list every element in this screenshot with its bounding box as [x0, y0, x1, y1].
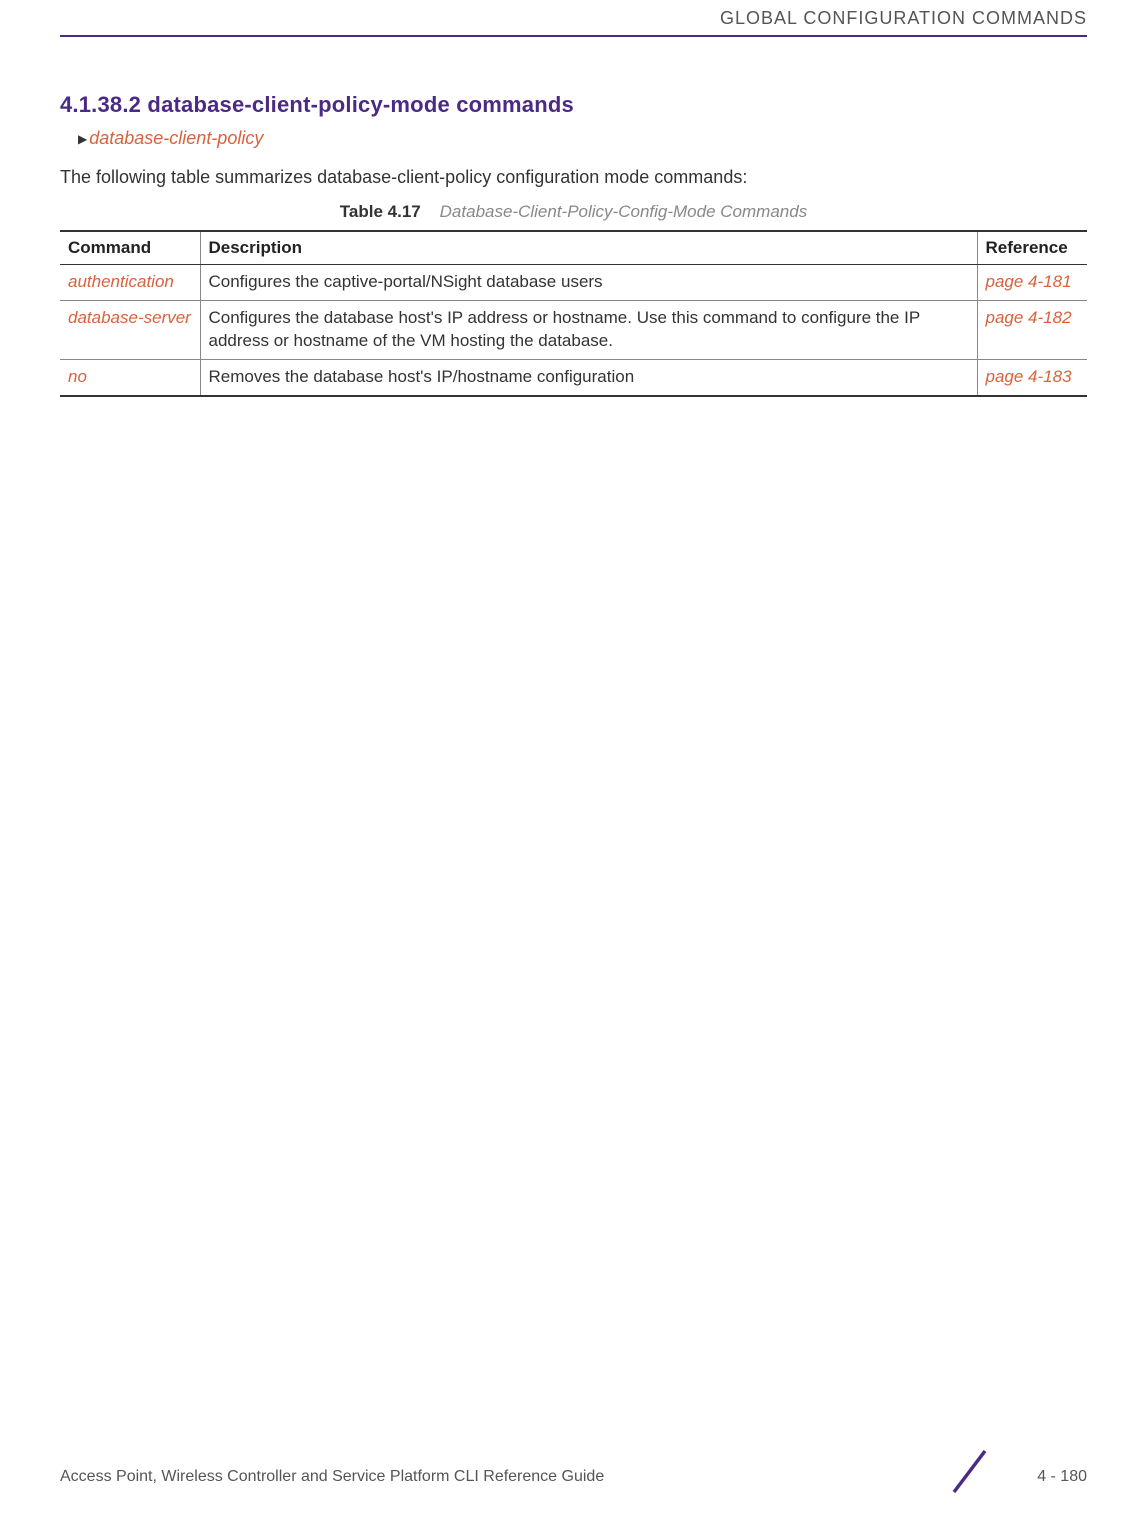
- table-label: Table 4.17: [340, 202, 421, 221]
- page-reference-link[interactable]: page 4-181: [986, 272, 1072, 291]
- footer-page-number: 4 - 180: [1037, 1468, 1087, 1486]
- table-caption: Table 4.17 Database-Client-Policy-Config…: [60, 202, 1087, 222]
- th-command: Command: [60, 231, 200, 265]
- commands-table: Command Description Reference authentica…: [60, 230, 1087, 397]
- main-content: 4.1.38.2 database-client-policy-mode com…: [60, 37, 1087, 397]
- breadcrumb-link[interactable]: database-client-policy: [89, 128, 263, 149]
- th-reference: Reference: [977, 231, 1087, 265]
- command-link[interactable]: no: [68, 367, 87, 386]
- description-cell: Removes the database host's IP/hostname …: [200, 359, 977, 395]
- table-header-row: Command Description Reference: [60, 231, 1087, 265]
- intro-paragraph: The following table summarizes database-…: [60, 167, 1087, 188]
- page-footer: Access Point, Wireless Controller and Se…: [0, 1468, 1147, 1486]
- breadcrumb: ▶ database-client-policy: [78, 128, 1087, 149]
- section-heading: 4.1.38.2 database-client-policy-mode com…: [60, 92, 1087, 118]
- page-reference-link[interactable]: page 4-183: [986, 367, 1072, 386]
- page-reference-link[interactable]: page 4-182: [986, 308, 1072, 327]
- table-title: Database-Client-Policy-Config-Mode Comma…: [440, 202, 808, 221]
- footer-guide-title: Access Point, Wireless Controller and Se…: [60, 1468, 604, 1486]
- description-cell: Configures the database host's IP addres…: [200, 300, 977, 359]
- command-link[interactable]: authentication: [68, 272, 174, 291]
- description-cell: Configures the captive-portal/NSight dat…: [200, 265, 977, 301]
- running-title: GLOBAL CONFIGURATION COMMANDS: [720, 8, 1087, 28]
- running-header: GLOBAL CONFIGURATION COMMANDS: [60, 0, 1087, 37]
- table-row: no Removes the database host's IP/hostna…: [60, 359, 1087, 395]
- command-link[interactable]: database-server: [68, 308, 191, 327]
- triangle-right-icon: ▶: [78, 132, 87, 146]
- table-row: authentication Configures the captive-po…: [60, 265, 1087, 301]
- th-description: Description: [200, 231, 977, 265]
- table-row: database-server Configures the database …: [60, 300, 1087, 359]
